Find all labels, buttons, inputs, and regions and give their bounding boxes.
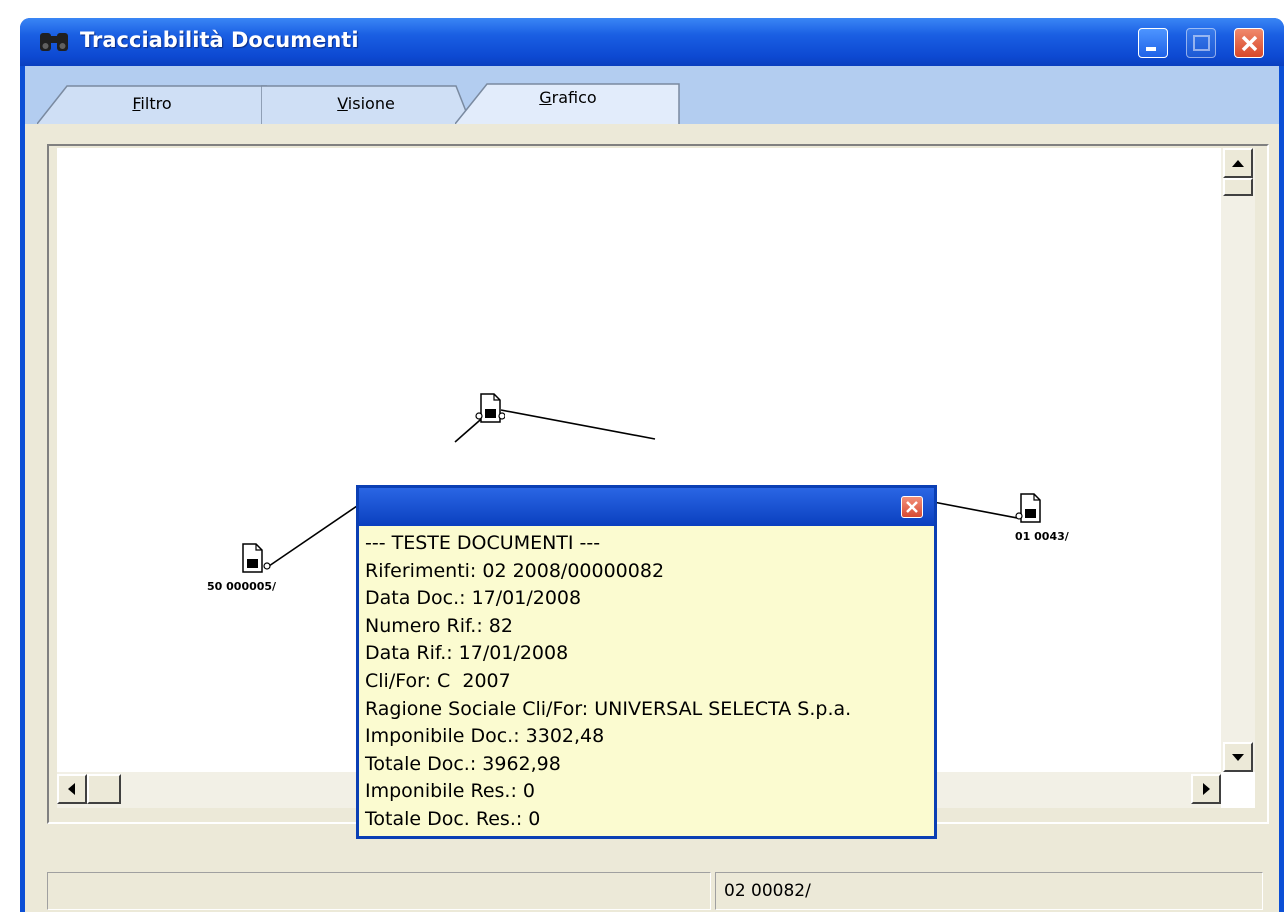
graph-edge xyxy=(268,505,358,567)
document-node-center[interactable] xyxy=(475,392,505,426)
minimize-button[interactable] xyxy=(1138,28,1168,58)
scrollbar-corner xyxy=(1221,772,1255,808)
vertical-scroll-thumb[interactable] xyxy=(1223,178,1253,196)
title-bar[interactable]: Tracciabilità Documenti xyxy=(20,18,1284,66)
popup-line: Totale Doc. Res.: 0 xyxy=(365,807,541,830)
popup-line: Ragione Sociale Cli/For: UNIVERSAL SELEC… xyxy=(365,697,852,720)
tab-grafico[interactable]: Grafico xyxy=(455,82,681,124)
popup-line: Numero Rif.: 82 xyxy=(365,614,513,637)
scroll-down-button[interactable] xyxy=(1223,742,1253,772)
scroll-left-button[interactable] xyxy=(57,774,87,804)
document-info-popup: --- TESTE DOCUMENTI --- Riferimenti: 02 … xyxy=(356,485,937,839)
tab-visione[interactable]: Visione xyxy=(261,84,471,124)
popup-line: --- TESTE DOCUMENTI --- xyxy=(365,532,601,554)
graph-edge xyxy=(500,409,656,440)
tab-visione-label: Visione xyxy=(337,94,395,113)
scroll-right-button[interactable] xyxy=(1191,774,1221,804)
close-button[interactable] xyxy=(1234,28,1264,58)
node-label-left: 50 000005/ xyxy=(207,580,277,593)
horizontal-scroll-thumb[interactable] xyxy=(87,774,121,804)
tab-strip: Filtro Visione Grafico xyxy=(25,66,1279,124)
popup-line: Data Doc.: 17/01/2008 xyxy=(365,587,582,610)
tab-grafico-label: Grafico xyxy=(539,88,597,107)
popup-title-bar[interactable] xyxy=(359,488,934,526)
scroll-up-button[interactable] xyxy=(1223,148,1253,178)
popup-line: Totale Doc.: 3962,98 xyxy=(365,752,561,775)
popup-body: --- TESTE DOCUMENTI --- Riferimenti: 02 … xyxy=(365,530,930,834)
document-node-right[interactable] xyxy=(1015,492,1045,526)
popup-close-button[interactable] xyxy=(901,496,923,518)
main-window: Tracciabilità Documenti Filtro Visione G… xyxy=(20,18,1284,912)
graph-edge xyxy=(922,499,1018,519)
window-client-area: Filtro Visione Grafico 50 000005/ 01 004… xyxy=(25,66,1279,912)
status-bar: 02 00082/ xyxy=(25,854,1279,912)
popup-line: Imponibile Doc.: 3302,48 xyxy=(365,725,605,748)
document-node-left[interactable] xyxy=(237,542,271,576)
popup-line: Riferimenti: 02 2008/00000082 xyxy=(365,559,665,582)
node-label-right: 01 0043/ xyxy=(1015,530,1069,543)
status-pane-right: 02 00082/ xyxy=(715,872,1263,910)
binoculars-icon xyxy=(38,31,70,53)
popup-line: Imponibile Res.: 0 xyxy=(365,780,535,803)
maximize-button[interactable] xyxy=(1186,28,1216,58)
tab-filtro-label: Filtro xyxy=(132,94,172,113)
tab-filtro[interactable]: Filtro xyxy=(37,84,267,124)
window-title: Tracciabilità Documenti xyxy=(80,28,359,52)
vertical-scrollbar[interactable] xyxy=(1221,148,1255,772)
status-pane-left xyxy=(47,872,711,910)
popup-line: Data Rif.: 17/01/2008 xyxy=(365,642,569,665)
popup-line: Cli/For: C 2007 xyxy=(365,669,511,692)
